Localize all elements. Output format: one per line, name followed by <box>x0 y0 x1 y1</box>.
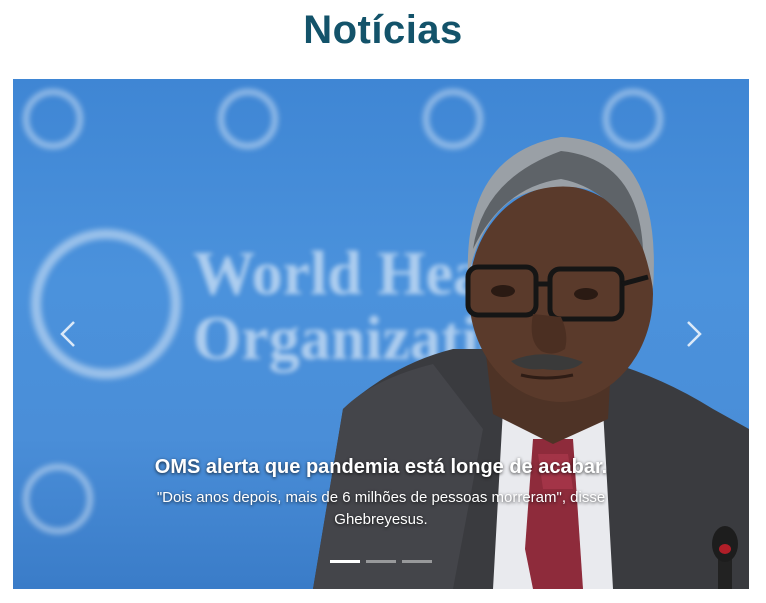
page-title: Notícias <box>303 8 463 52</box>
slide-caption: OMS alerta que pandemia está longe de ac… <box>113 455 649 531</box>
caption-text: "Dois anos depois, mais de 6 milhões de … <box>156 489 606 528</box>
carousel-next-button[interactable] <box>674 309 714 359</box>
carousel-indicator-2[interactable] <box>366 560 396 563</box>
carousel-indicator-1[interactable] <box>330 560 360 563</box>
carousel-prev-button[interactable] <box>48 309 88 359</box>
caption-title[interactable]: OMS alerta que pandemia está longe de ac… <box>113 455 649 479</box>
news-carousel: World Health Organization OMS alerta que… <box>13 79 749 589</box>
carousel-indicators <box>13 560 749 563</box>
chevron-right-icon <box>687 321 702 347</box>
chevron-left-icon <box>60 321 75 347</box>
carousel-indicator-3[interactable] <box>402 560 432 563</box>
